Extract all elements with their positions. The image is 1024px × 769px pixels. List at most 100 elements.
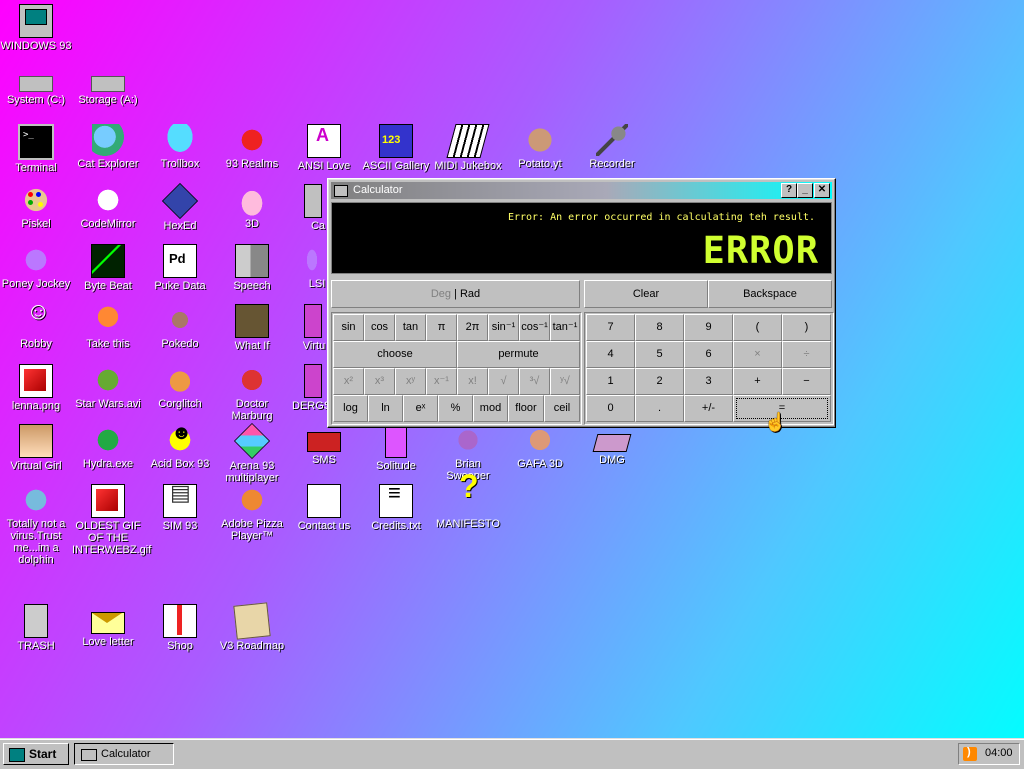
desktop-icon-manifesto[interactable]: MANIFESTO: [432, 480, 504, 530]
digit-0-key[interactable]: 0: [586, 395, 635, 422]
digit-7-key[interactable]: 7: [586, 314, 635, 341]
desktop-icon-piskel[interactable]: Piskel: [0, 184, 72, 230]
desktop-icon-3d[interactable]: 3D: [216, 184, 288, 230]
cbrt-key[interactable]: ³√: [519, 368, 550, 395]
desktop-icon-lsd[interactable]: LSI: [288, 244, 328, 290]
yroot-key[interactable]: ʸ√: [550, 368, 580, 395]
desktop-icon-recorder[interactable]: Recorder: [576, 124, 648, 170]
pi-key[interactable]: π: [426, 314, 457, 341]
open-paren-key[interactable]: (: [733, 314, 782, 341]
permute-key[interactable]: permute: [457, 341, 580, 368]
ln-key[interactable]: ln: [368, 395, 403, 422]
taskbar-item-calculator[interactable]: Calculator: [74, 743, 174, 765]
inverse-key[interactable]: x⁻¹: [426, 368, 457, 395]
digit-1-key[interactable]: 1: [586, 368, 635, 395]
sin-key[interactable]: sin: [333, 314, 364, 341]
desktop-icon-sim-93[interactable]: SIM 93: [144, 484, 216, 532]
backspace-button[interactable]: Backspace: [708, 280, 832, 308]
desktop-icon-terminal[interactable]: Terminal: [0, 124, 72, 174]
desktop-icon-system-c[interactable]: System (C:): [0, 64, 72, 106]
desktop-icon-v3-roadmap[interactable]: V3 Roadmap: [216, 602, 288, 652]
desktop-icon-solitude[interactable]: Solitude: [360, 424, 432, 472]
desktop-icon-star-wars[interactable]: Star Wars.avi: [72, 364, 144, 410]
desktop-icon-virtual[interactable]: Virtu: [288, 304, 328, 352]
desktop-icon-storage-a[interactable]: Storage (A:): [72, 64, 144, 106]
multiply-key[interactable]: ×: [733, 341, 782, 368]
desktop-icon-what-if[interactable]: What If: [216, 304, 288, 352]
desktop-icon-hexed[interactable]: HexEd: [144, 182, 216, 232]
desktop-icon-potato-yt[interactable]: Potato.yt: [504, 124, 576, 170]
desktop-icon-poney-jockey[interactable]: Poney Jockey: [0, 244, 72, 290]
desktop-icon-love-letter[interactable]: Love letter: [72, 604, 144, 648]
decimal-key[interactable]: .: [635, 395, 684, 422]
sqrt-key[interactable]: √: [488, 368, 519, 395]
desktop-icon-take-this[interactable]: Take this: [72, 304, 144, 350]
clear-button[interactable]: Clear: [584, 280, 708, 308]
divide-key[interactable]: ÷: [782, 341, 831, 368]
window-titlebar[interactable]: Calculator ? _ ✕: [331, 182, 832, 199]
percent-key[interactable]: %: [438, 395, 473, 422]
desktop-icon-windows93[interactable]: WINDOWS 93: [0, 4, 72, 52]
desktop-icon-dolphin[interactable]: Totally not a virus.Trust me...im a dolp…: [0, 484, 72, 566]
desktop-icon-arena-93[interactable]: Arena 93 multiplayer: [216, 422, 288, 484]
digit-8-key[interactable]: 8: [635, 314, 684, 341]
desktop-icon-ascii-gallery[interactable]: ASCII Gallery: [360, 124, 432, 172]
rss-icon[interactable]: [963, 746, 977, 761]
desktop-icon-dergs[interactable]: DERGS: [288, 364, 331, 412]
desktop-icon-ansi-love[interactable]: ANSI Love: [288, 124, 360, 172]
desktop-icon-hydra[interactable]: Hydra.exe: [72, 424, 144, 470]
acos-key[interactable]: cos⁻¹: [519, 314, 550, 341]
help-button[interactable]: ?: [781, 183, 797, 198]
log-key[interactable]: log: [333, 395, 368, 422]
desktop-icon-speech[interactable]: Speech: [216, 244, 288, 292]
desktop-icon-cat-explorer[interactable]: Cat Explorer: [72, 124, 144, 170]
digit-4-key[interactable]: 4: [586, 341, 635, 368]
desktop-icon-dmg[interactable]: DMG: [576, 424, 648, 466]
desktop-icon-codemirror[interactable]: CodeMirror: [72, 184, 144, 230]
digit-9-key[interactable]: 9: [684, 314, 733, 341]
desktop-icon-trollbox[interactable]: Trollbox: [144, 124, 216, 170]
close-paren-key[interactable]: ): [782, 314, 831, 341]
two-pi-key[interactable]: 2π: [457, 314, 488, 341]
desktop-icon-lenna[interactable]: lenna.png: [0, 364, 72, 412]
desktop-icon-trash[interactable]: TRASH: [0, 604, 72, 652]
digit-3-key[interactable]: 3: [684, 368, 733, 395]
mod-key[interactable]: mod: [473, 395, 508, 422]
desktop-icon-93-realms[interactable]: 93 Realms: [216, 124, 288, 170]
digit-5-key[interactable]: 5: [635, 341, 684, 368]
digit-6-key[interactable]: 6: [684, 341, 733, 368]
minus-key[interactable]: −: [782, 368, 831, 395]
desktop-icon-pokedoge[interactable]: Pokedo: [144, 304, 216, 350]
tan-key[interactable]: tan: [395, 314, 426, 341]
cos-key[interactable]: cos: [364, 314, 395, 341]
plus-key[interactable]: +: [733, 368, 782, 395]
desktop-icon-contact-us[interactable]: Contact us: [288, 484, 360, 532]
desktop-icon-virtual-girl[interactable]: Virtual Girl: [0, 424, 72, 472]
square-key[interactable]: x²: [333, 368, 364, 395]
desktop-icon-midi-jukebox[interactable]: MIDI Jukebox: [432, 124, 504, 172]
desktop-icon-oldest-gif[interactable]: OLDEST GIF OF THE INTERWEBZ.gif: [72, 484, 151, 556]
atan-key[interactable]: tan⁻¹: [550, 314, 580, 341]
floor-key[interactable]: floor: [508, 395, 544, 422]
desktop-icon-acid-box[interactable]: Acid Box 93: [144, 424, 216, 470]
cube-key[interactable]: x³: [364, 368, 395, 395]
desktop-icon-adobe-pizza[interactable]: Adobe Pizza Player™: [216, 484, 288, 542]
start-button[interactable]: Start: [3, 743, 69, 765]
desktop-icon-gafa-3d[interactable]: GAFA 3D: [504, 424, 576, 470]
factorial-key[interactable]: x!: [457, 368, 488, 395]
desktop-icon-calculator[interactable]: Ca: [288, 184, 328, 232]
choose-key[interactable]: choose: [333, 341, 457, 368]
desktop-icon-shop[interactable]: Shop: [144, 604, 216, 652]
digit-2-key[interactable]: 2: [635, 368, 684, 395]
desktop-icon-robby[interactable]: Robby: [0, 304, 72, 350]
desktop-icon-sms[interactable]: SMS: [288, 424, 360, 466]
desktop-icon-doctor-marburg[interactable]: Doctor Marburg: [216, 364, 288, 422]
angle-mode-toggle[interactable]: Deg | Rad: [331, 280, 580, 308]
negate-key[interactable]: +/-: [684, 395, 733, 422]
asin-key[interactable]: sin⁻¹: [488, 314, 519, 341]
ceil-key[interactable]: ceil: [544, 395, 580, 422]
desktop-icon-puke-data[interactable]: Puke Data: [144, 244, 216, 292]
desktop-icon-credits[interactable]: Credits.txt: [360, 484, 432, 532]
power-key[interactable]: xʸ: [395, 368, 426, 395]
close-button[interactable]: ✕: [814, 183, 830, 198]
